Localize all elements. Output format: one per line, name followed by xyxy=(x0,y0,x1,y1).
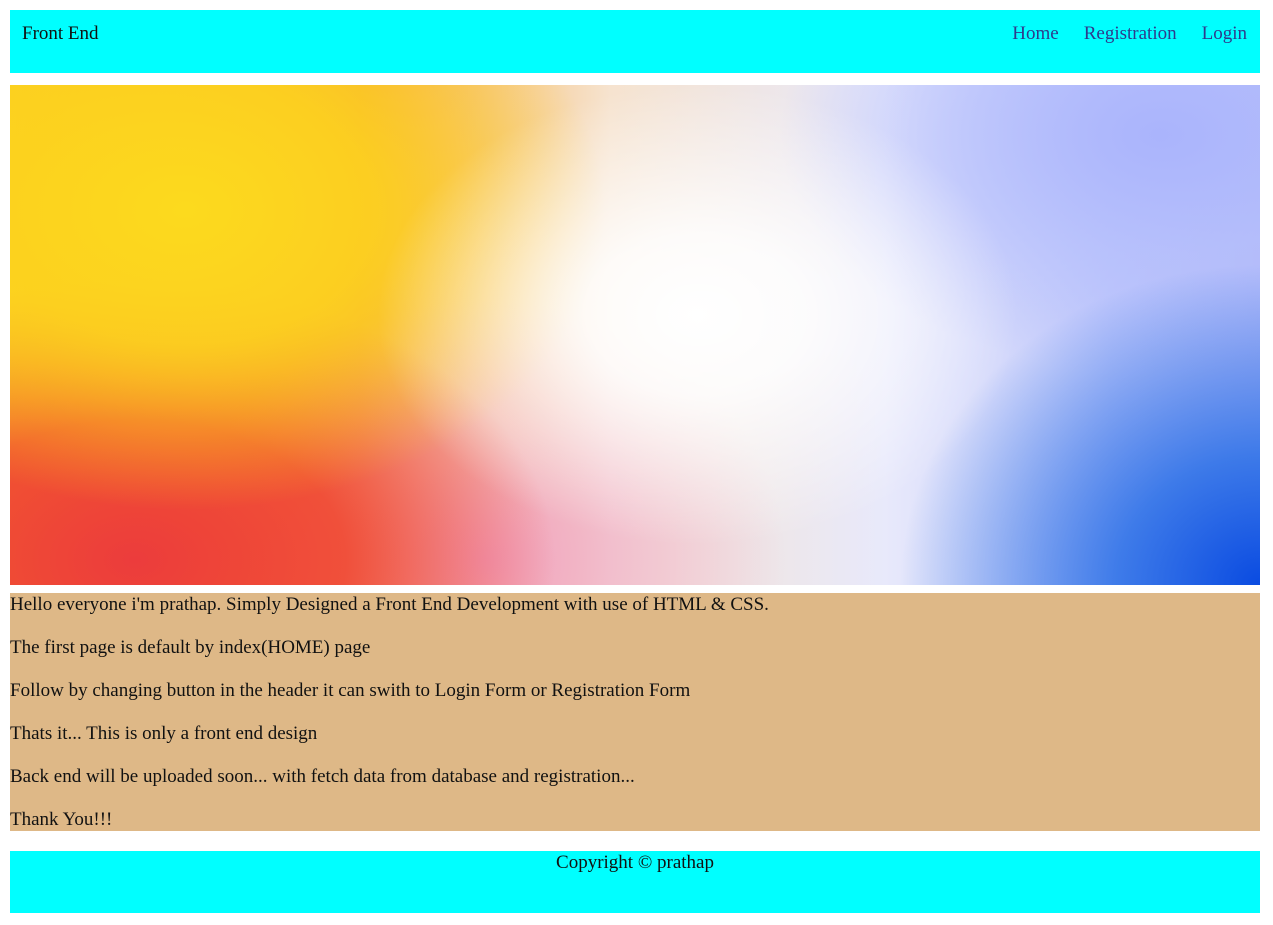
nav-registration-link[interactable]: Registration xyxy=(1084,22,1177,46)
site-header: Front End Home Registration Login xyxy=(10,10,1260,73)
intro-paragraph: The first page is default by index(HOME)… xyxy=(10,637,371,658)
intro-paragraph: Follow by changing button in the header … xyxy=(10,680,691,701)
hero-gradient-banner xyxy=(10,85,1260,585)
intro-paragraph: Back end will be uploaded soon... with f… xyxy=(10,766,635,787)
main-nav: Home Registration Login xyxy=(1012,22,1247,46)
nav-login-link[interactable]: Login xyxy=(1202,22,1247,46)
intro-paragraph: Thank You!!! xyxy=(10,809,113,830)
site-footer: Copyright © prathap xyxy=(10,851,1260,913)
site-brand: Front End xyxy=(22,23,99,44)
intro-paragraph: Hello everyone i'm prathap. Simply Desig… xyxy=(10,594,769,615)
nav-home-link[interactable]: Home xyxy=(1012,22,1058,46)
intro-paragraph: Thats it... This is only a front end des… xyxy=(10,723,318,744)
copyright-text: Copyright © prathap xyxy=(556,852,714,873)
intro-content: Hello everyone i'm prathap. Simply Desig… xyxy=(10,593,1260,831)
